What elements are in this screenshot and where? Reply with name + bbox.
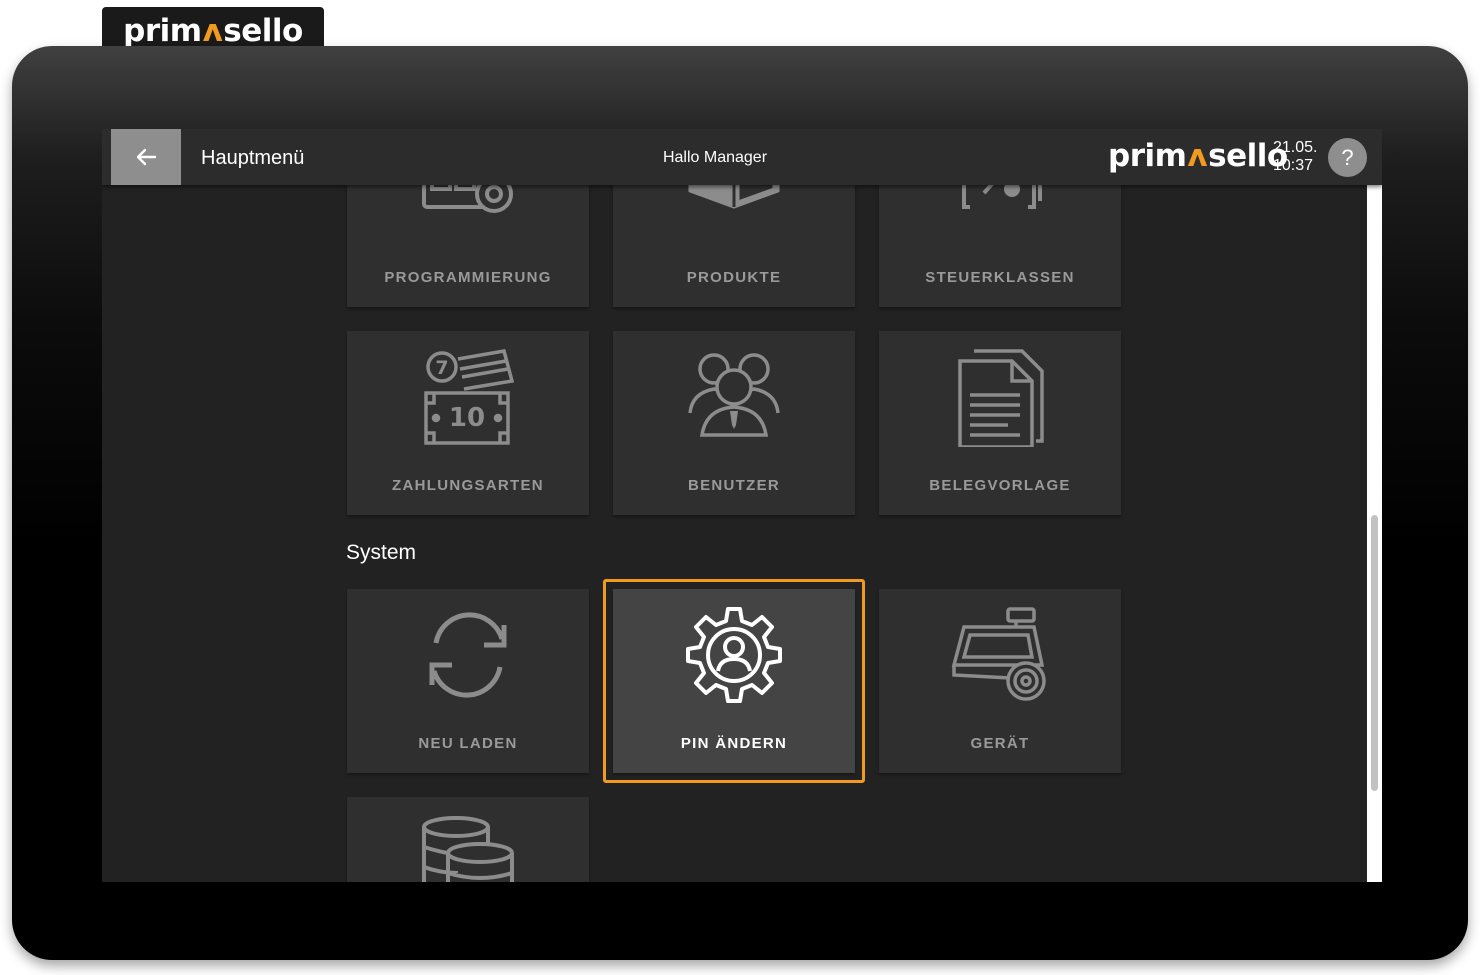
brand-logo-part1: prim [1108,138,1187,174]
svg-text:10: 10 [449,403,485,433]
tile-label: GERÄT [970,735,1030,752]
scrollbar[interactable] [1367,185,1382,882]
documents-icon [958,349,1044,447]
tile-label: STEUERKLASSEN [925,269,1075,286]
database-icon [422,816,514,882]
users-group-icon [688,353,780,437]
help-button[interactable]: ? [1328,138,1367,177]
datetime: 21.05. 10:37 [1273,139,1317,175]
brand-logo: prim ʌ sello [123,13,303,49]
tile-belegvorlage[interactable]: BELEGVORLAGE [879,331,1121,515]
header-brand-logo: prim ʌ sello [1108,138,1288,174]
topbar: Hauptmenü Hallo Manager prim ʌ sello 21.05… [102,129,1382,185]
refresh-icon [429,612,507,698]
date-text: 21.05. [1273,139,1318,156]
register-gear-icon [951,607,1046,701]
brand-logo-part1: prim [123,13,202,49]
svg-text:7: 7 [435,357,448,379]
tile-label: BENUTZER [687,477,781,494]
tile-label: ZAHLUNGSARTEN [392,477,544,494]
screen: PROGRAMMIERUNG PRODUKTE STEUERKLASSEN 7 … [102,129,1382,882]
scrollbar-thumb[interactable] [1371,515,1378,791]
time-text: 10:37 [1273,157,1314,174]
section-title-system: System [346,541,417,564]
cash-card-coin-icon: 7 10 [424,349,515,445]
brand-logo-part2: sello [223,13,303,49]
tile-label: BELEGVORLAGE [929,477,1071,494]
focus-highlight [603,579,865,783]
tile-benutzer[interactable]: BENUTZER [613,331,855,515]
tile-datenbank[interactable] [347,797,589,882]
brand-logo-mark: ʌ [1187,138,1208,174]
tile-label: PROGRAMMIERUNG [384,269,552,286]
tile-label: NEU LADEN [418,735,518,752]
tile-neu-laden[interactable]: NEU LADEN [347,589,589,773]
tile-geraet[interactable]: GERÄT [879,589,1121,773]
brand-logo-mark: ʌ [202,13,223,49]
tile-label: PRODUKTE [686,269,782,286]
tile-zahlungsarten[interactable]: 7 10 ZAHLUNGSARTEN [347,331,589,515]
